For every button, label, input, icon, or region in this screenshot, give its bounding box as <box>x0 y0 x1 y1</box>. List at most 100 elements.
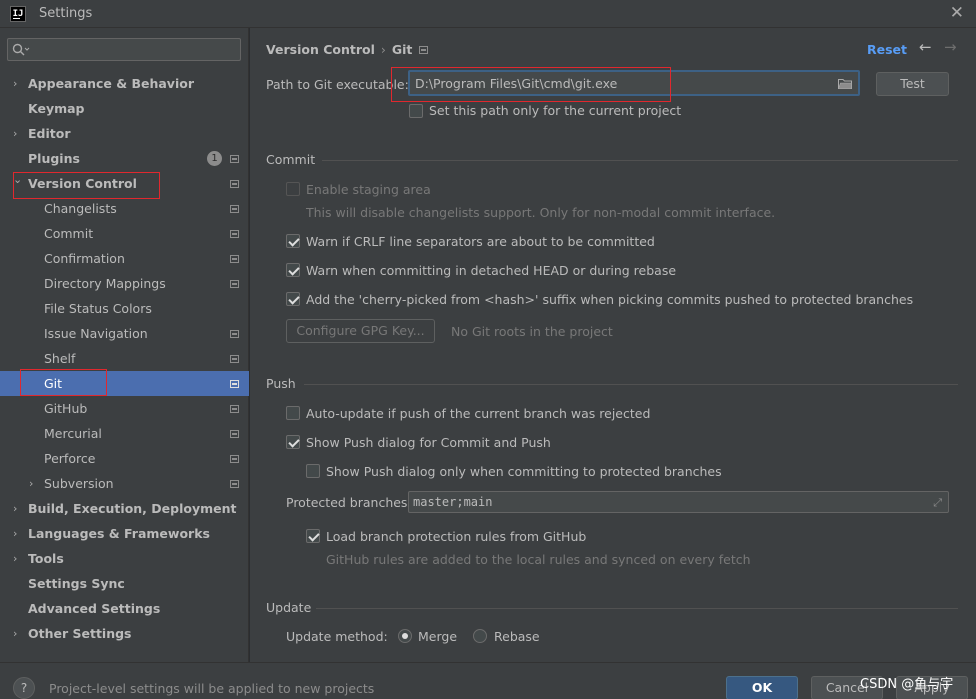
help-icon[interactable]: ? <box>13 677 35 699</box>
test-button[interactable]: Test <box>876 72 949 96</box>
staging-area-checkbox[interactable] <box>286 182 300 196</box>
sidebar-item-changelists[interactable]: Changelists <box>0 196 249 221</box>
sidebar-item-other-settings[interactable]: › Other Settings <box>0 621 249 646</box>
sidebar-item-mercurial[interactable]: Mercurial <box>0 421 249 446</box>
reset-link[interactable]: Reset <box>867 42 907 57</box>
crlf-warning-label: Warn if CRLF line separators are about t… <box>306 234 655 249</box>
project-scope-icon <box>230 180 239 188</box>
project-scope-icon <box>230 255 239 263</box>
sidebar-item-label: Settings Sync <box>28 576 125 591</box>
sidebar-item-git[interactable]: Git <box>0 371 249 396</box>
sidebar-item-advanced-settings[interactable]: Advanced Settings <box>0 596 249 621</box>
sidebar-item-label: Perforce <box>44 451 96 466</box>
sidebar-item-confirmation[interactable]: Confirmation <box>0 246 249 271</box>
ok-button[interactable]: OK <box>726 676 798 699</box>
commit-section-title: Commit <box>266 152 316 167</box>
detached-head-checkbox[interactable] <box>286 263 300 277</box>
gpg-status-text: No Git roots in the project <box>451 324 613 339</box>
update-count-badge: 1 <box>207 151 222 166</box>
sidebar-item-directory-mappings[interactable]: Directory Mappings <box>0 271 249 296</box>
chevron-right-icon[interactable]: › <box>13 71 23 96</box>
protected-branches-input[interactable] <box>413 494 913 510</box>
sidebar-item-perforce[interactable]: Perforce <box>0 446 249 471</box>
sidebar-item-file-status-colors[interactable]: File Status Colors <box>0 296 249 321</box>
sidebar-item-github[interactable]: GitHub <box>0 396 249 421</box>
sidebar-item-languages-frameworks[interactable]: › Languages & Frameworks <box>0 521 249 546</box>
merge-radio[interactable] <box>398 629 412 643</box>
chevron-right-icon[interactable]: › <box>13 121 23 146</box>
project-scope-icon <box>230 280 239 288</box>
sidebar-item-plugins[interactable]: Plugins 1 <box>0 146 249 171</box>
git-path-input[interactable] <box>415 75 825 92</box>
sidebar-item-editor[interactable]: › Editor <box>0 121 249 146</box>
project-only-label: Set this path only for the current proje… <box>429 103 682 118</box>
chevron-right-icon[interactable]: › <box>13 496 23 521</box>
settings-search[interactable] <box>7 38 241 61</box>
sidebar-item-build-execution-deployment[interactable]: › Build, Execution, Deployment <box>0 496 249 521</box>
protected-branches-field[interactable]: ⤢ <box>408 491 949 513</box>
sidebar-item-label: Changelists <box>44 201 117 216</box>
sidebar-item-tools[interactable]: › Tools <box>0 546 249 571</box>
load-github-rules-checkbox[interactable] <box>306 529 320 543</box>
sidebar-item-keymap[interactable]: Keymap <box>0 96 249 121</box>
project-scope-icon <box>230 355 239 363</box>
protected-branches-label: Protected branches: <box>286 495 412 510</box>
sidebar-item-label: Mercurial <box>44 426 102 441</box>
breadcrumb-current: Git <box>391 42 413 57</box>
sidebar-item-label: Shelf <box>44 351 76 366</box>
sidebar-item-appearance-behavior[interactable]: › Appearance & Behavior <box>0 71 249 96</box>
crlf-warning-checkbox[interactable] <box>286 234 300 248</box>
sidebar-item-label: Version Control <box>28 176 137 191</box>
close-icon[interactable]: ✕ <box>950 3 964 23</box>
show-push-dialog-checkbox[interactable] <box>286 435 300 449</box>
rebase-label: Rebase <box>494 629 540 644</box>
chevron-right-icon[interactable]: › <box>13 621 23 646</box>
update-divider <box>316 608 958 609</box>
configure-gpg-button[interactable]: Configure GPG Key... <box>286 319 435 343</box>
project-scope-icon <box>230 380 239 388</box>
intellij-logo-icon: IJ <box>10 6 26 22</box>
chevron-down-icon[interactable]: ⌄ <box>13 167 23 192</box>
detached-head-label: Warn when committing in detached HEAD or… <box>306 263 677 278</box>
update-section-title: Update <box>266 600 312 615</box>
settings-tree: › Appearance & Behavior Keymap › Editor Plugi… <box>0 71 249 646</box>
sidebar-item-label: Tools <box>28 551 64 566</box>
project-scope-icon <box>230 480 239 488</box>
sidebar-item-shelf[interactable]: Shelf <box>0 346 249 371</box>
search-input[interactable] <box>34 41 234 58</box>
project-scope-icon <box>230 455 239 463</box>
sidebar-item-subversion[interactable]: › Subversion <box>0 471 249 496</box>
window-title: Settings <box>39 6 93 21</box>
auto-update-label: Auto-update if push of the current branc… <box>306 406 651 421</box>
sidebar-item-commit[interactable]: Commit <box>0 221 249 246</box>
project-only-checkbox[interactable] <box>409 104 423 118</box>
sidebar-item-issue-navigation[interactable]: Issue Navigation <box>0 321 249 346</box>
dialog-footer: ? Project-level settings will be applied… <box>0 662 976 699</box>
cherry-pick-suffix-checkbox[interactable] <box>286 292 300 306</box>
folder-icon[interactable] <box>838 78 852 89</box>
arrow-right-icon[interactable]: → <box>944 38 957 56</box>
chevron-right-icon[interactable]: › <box>13 521 23 546</box>
sidebar-item-label: Languages & Frameworks <box>28 526 210 541</box>
sidebar-item-label: Advanced Settings <box>28 601 161 616</box>
expand-icon[interactable]: ⤢ <box>933 496 942 510</box>
breadcrumb-separator: › <box>380 42 386 57</box>
chevron-right-icon[interactable]: › <box>13 546 23 571</box>
search-icon <box>12 43 30 56</box>
rebase-radio[interactable] <box>473 629 487 643</box>
sidebar-item-settings-sync[interactable]: Settings Sync <box>0 571 249 596</box>
chevron-right-icon[interactable]: › <box>29 471 39 496</box>
staging-area-hint: This will disable changelists support. O… <box>306 205 776 220</box>
sidebar-item-version-control[interactable]: ⌄ Version Control <box>0 171 249 196</box>
breadcrumb-parent[interactable]: Version Control <box>266 42 375 57</box>
git-path-field[interactable] <box>408 70 860 96</box>
staging-area-label: Enable staging area <box>306 182 431 197</box>
sidebar-item-label: Plugins <box>28 151 80 166</box>
load-github-rules-hint: GitHub rules are added to the local rule… <box>326 552 751 567</box>
protected-only-checkbox[interactable] <box>306 464 320 478</box>
breadcrumb: Version Control › Git <box>266 42 412 57</box>
auto-update-checkbox[interactable] <box>286 406 300 420</box>
sidebar-item-label: Appearance & Behavior <box>28 76 194 91</box>
arrow-left-icon[interactable]: ← <box>919 38 932 56</box>
commit-divider <box>322 160 958 161</box>
